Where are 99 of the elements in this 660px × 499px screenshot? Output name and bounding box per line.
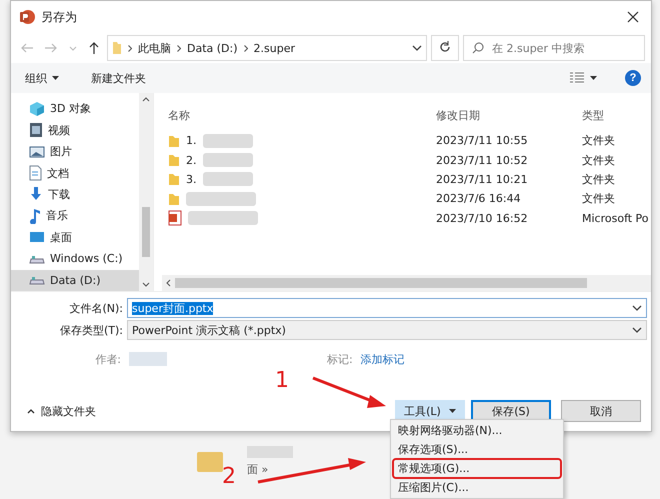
picture-icon bbox=[29, 144, 45, 159]
up-arrow-icon bbox=[89, 42, 99, 54]
hide-folders-button[interactable]: 隐藏文件夹 bbox=[21, 402, 102, 420]
date-cell-text: 2023/7/11 10:55 bbox=[436, 134, 529, 148]
desktop-icon bbox=[29, 230, 45, 244]
blurred-name bbox=[202, 134, 252, 148]
folder-icon bbox=[112, 41, 122, 55]
blurred-name bbox=[186, 192, 256, 206]
search-field[interactable]: 在 2.super 中搜索 bbox=[463, 35, 645, 61]
left-arrow-icon bbox=[21, 43, 33, 53]
caret-icon bbox=[448, 409, 456, 413]
breadcrumb[interactable]: 此电脑 bbox=[138, 40, 171, 56]
cube-icon bbox=[29, 100, 45, 117]
scrollbar-thumb[interactable] bbox=[175, 278, 587, 288]
presentation-file-icon bbox=[168, 210, 182, 226]
file-name[interactable]: 3. bbox=[186, 172, 196, 186]
file-name[interactable]: 1. bbox=[186, 134, 196, 148]
breadcrumb[interactable]: Data (D:) bbox=[187, 42, 238, 54]
column-header[interactable]: 修改日期 bbox=[436, 108, 582, 123]
chevron-down-icon bbox=[632, 327, 642, 333]
type-cell-text: 文件夹 bbox=[582, 172, 616, 187]
refresh-button[interactable] bbox=[431, 35, 459, 61]
column-header[interactable]: 类型 bbox=[582, 108, 651, 123]
chevron-up-icon bbox=[27, 408, 35, 414]
tags-label: 标记: bbox=[327, 352, 353, 366]
type-cell-text: 文件夹 bbox=[582, 152, 616, 168]
close-icon bbox=[627, 11, 639, 23]
sidebar-item[interactable]: 音乐 bbox=[11, 205, 139, 227]
organize-menu[interactable]: 组织 bbox=[21, 68, 63, 88]
list-view-icon bbox=[569, 72, 585, 84]
chevron-down-icon bbox=[412, 45, 422, 51]
file-type-dropdown[interactable]: PowerPoint 演示文稿 (*.pptx) bbox=[127, 320, 647, 340]
type-cell-text: 文件夹 bbox=[582, 133, 616, 148]
sidebar-item[interactable]: 图片 bbox=[11, 140, 139, 162]
menu-item[interactable]: 压缩图片(C)... bbox=[394, 479, 560, 496]
powerpoint-app-icon bbox=[19, 9, 35, 25]
sidebar-item[interactable]: 3D 对象 bbox=[11, 98, 139, 120]
chevron-down-icon bbox=[69, 46, 77, 50]
menu-item[interactable]: 常规选项(G)... bbox=[394, 460, 560, 477]
folder-icon bbox=[168, 172, 180, 186]
date-cell-text: 2023/7/11 10:52 bbox=[436, 154, 529, 167]
sidebar-item[interactable]: 桌面 bbox=[11, 226, 139, 248]
blurred-name bbox=[202, 172, 252, 186]
type-cell-text: Microsoft Po bbox=[582, 212, 650, 225]
step-number: 2 bbox=[222, 466, 236, 488]
step-number: 1 bbox=[275, 370, 289, 392]
scrollbar-thumb[interactable] bbox=[142, 207, 150, 257]
file-name[interactable]: 2. bbox=[186, 154, 196, 167]
chevron-right-icon bbox=[244, 44, 248, 52]
blurred-name bbox=[188, 211, 258, 226]
file-type-label: 保存类型(T): bbox=[58, 322, 124, 338]
type-cell-text: 文件夹 bbox=[582, 191, 616, 206]
date-cell-text: 2023/7/6 16:44 bbox=[436, 192, 522, 206]
vertical-scrollbar[interactable] bbox=[139, 93, 153, 291]
document-icon bbox=[29, 165, 42, 182]
window-title: 另存为 bbox=[41, 8, 78, 26]
sidebar-item[interactable]: 视频 bbox=[11, 119, 139, 141]
add-tags-link[interactable]: 添加标记 bbox=[360, 352, 405, 366]
sidebar-item[interactable]: Data (D:) bbox=[11, 270, 139, 291]
chevron-down-icon bbox=[632, 305, 642, 311]
filename-value: super封面.pptx bbox=[132, 302, 214, 314]
folder-icon bbox=[168, 192, 180, 206]
date-cell-text: 2023/7/11 10:21 bbox=[436, 172, 529, 186]
horizontal-scrollbar[interactable] bbox=[162, 275, 651, 291]
menu-item[interactable]: 保存选项(S)... bbox=[394, 441, 560, 458]
caret-icon bbox=[590, 76, 597, 80]
download-arrow-icon bbox=[29, 186, 43, 202]
filename-field[interactable]: super封面.pptx bbox=[127, 298, 647, 318]
new-folder-button[interactable]: 新建文件夹 bbox=[87, 68, 150, 88]
column-header[interactable]: 名称 bbox=[162, 108, 436, 123]
sidebar-item[interactable]: Windows (C:) bbox=[11, 248, 139, 270]
author-field[interactable] bbox=[129, 352, 167, 366]
address-bar[interactable]: 此电脑 Data (D:) 2.super bbox=[107, 35, 427, 61]
breadcrumb[interactable]: 2.super bbox=[254, 42, 296, 54]
chevron-right-icon bbox=[177, 44, 181, 52]
search-icon bbox=[472, 42, 484, 54]
cancel-button[interactable]: 取消 bbox=[561, 400, 641, 422]
folder-icon bbox=[168, 134, 180, 148]
film-icon bbox=[29, 122, 43, 138]
blurred-name bbox=[202, 153, 252, 168]
music-note-icon bbox=[29, 208, 41, 224]
chevron-left-icon bbox=[166, 279, 171, 287]
filename-label: 文件名(N): bbox=[68, 300, 124, 316]
folder-icon bbox=[168, 153, 180, 168]
drive-icon bbox=[29, 274, 45, 286]
chevron-down-icon bbox=[142, 282, 150, 287]
sidebar-item[interactable]: 文档 bbox=[11, 162, 139, 184]
refresh-icon bbox=[439, 40, 451, 52]
date-cell-text: 2023/7/10 16:52 bbox=[436, 212, 529, 225]
caret-icon bbox=[52, 76, 59, 80]
sidebar-item[interactable]: 下载 bbox=[11, 184, 139, 206]
author-label: 作者: bbox=[94, 352, 122, 366]
help-button[interactable]: ? bbox=[625, 70, 641, 86]
menu-item[interactable]: 映射网络驱动器(N)... bbox=[394, 422, 560, 439]
breadcrumb: 面 » bbox=[247, 462, 270, 477]
chevron-up-icon bbox=[142, 97, 150, 102]
chevron-right-icon bbox=[128, 44, 132, 52]
right-arrow-icon bbox=[45, 43, 57, 53]
folder-icon bbox=[197, 452, 223, 472]
